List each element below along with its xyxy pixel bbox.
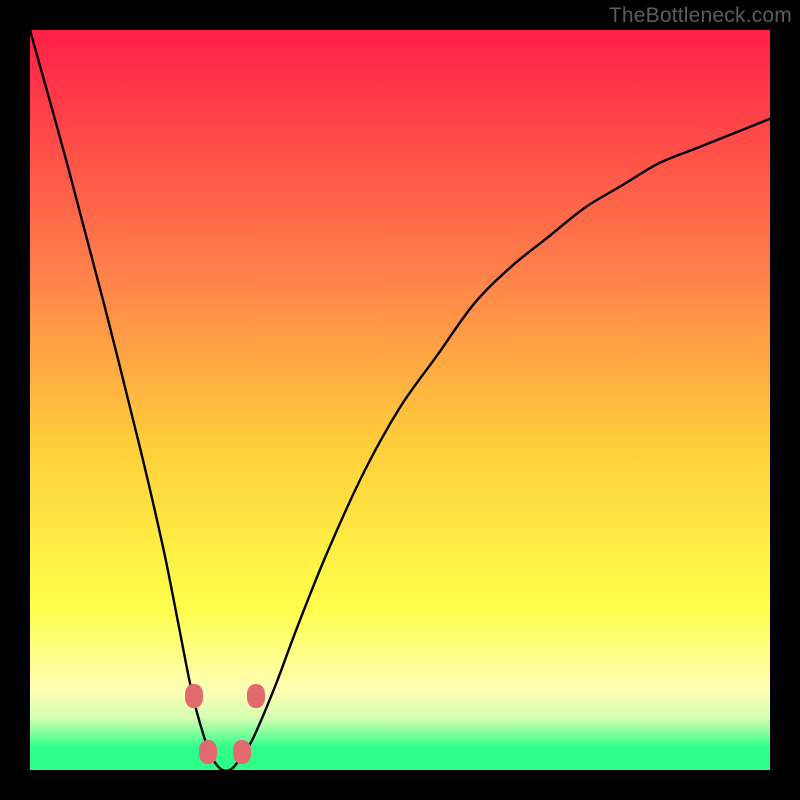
watermark-text: TheBottleneck.com: [609, 4, 792, 28]
data-marker: [185, 684, 203, 708]
gradient-background: [30, 30, 770, 770]
plot-area: [30, 30, 770, 770]
data-marker: [199, 740, 217, 764]
data-marker: [247, 684, 265, 708]
chart-stage: TheBottleneck.com: [0, 0, 800, 800]
data-marker: [233, 740, 251, 764]
chart-svg: [30, 30, 770, 770]
